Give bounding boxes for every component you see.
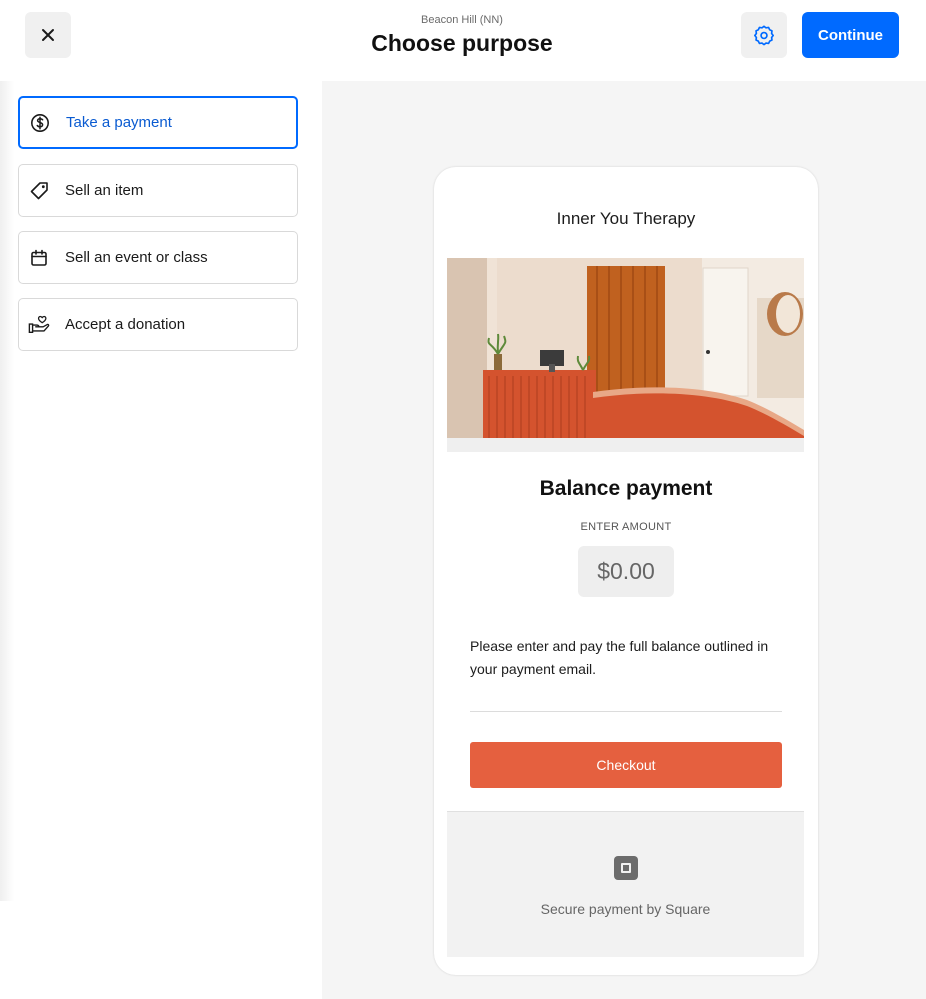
secure-footer: Secure payment by Square <box>447 811 804 957</box>
calendar-icon <box>28 247 50 269</box>
business-name: Inner You Therapy <box>556 209 696 228</box>
choose-purpose-page: Beacon Hill (NN) Choose purpose Continue… <box>0 0 926 999</box>
purpose-option-sell-item[interactable]: Sell an item <box>18 164 298 217</box>
amount-label: ENTER AMOUNT <box>580 521 672 533</box>
payment-description: Please enter and pay the full balance ou… <box>470 638 769 677</box>
purpose-option-sell-event[interactable]: Sell an event or class <box>18 231 298 284</box>
settings-button[interactable] <box>741 12 787 58</box>
continue-button[interactable]: Continue <box>802 12 899 58</box>
amount-input[interactable]: $0.00 <box>578 546 674 597</box>
dollar-circle-icon <box>29 112 51 134</box>
divider <box>470 711 782 712</box>
checkout-preview-card: Inner You Therapy Balance payment ENTER … <box>434 167 818 975</box>
purpose-label: Take a payment <box>66 114 172 131</box>
donation-hand-icon <box>28 314 50 336</box>
purpose-label: Sell an event or class <box>65 249 208 266</box>
checkout-preview-area: Inner You Therapy Balance payment ENTER … <box>322 81 926 999</box>
top-bar: Beacon Hill (NN) Choose purpose Continue <box>0 0 926 81</box>
hero-image <box>447 258 804 452</box>
checkout-button[interactable]: Checkout <box>470 742 782 788</box>
square-logo-icon <box>614 856 638 880</box>
payment-heading: Balance payment <box>539 477 713 500</box>
purpose-option-donation[interactable]: Accept a donation <box>18 298 298 351</box>
purpose-label: Sell an item <box>65 182 144 199</box>
tag-icon <box>28 180 50 202</box>
purpose-label: Accept a donation <box>65 316 186 333</box>
purpose-option-take-payment[interactable]: Take a payment <box>18 96 298 149</box>
panel-shadow <box>0 81 14 901</box>
gear-icon <box>754 25 774 46</box>
secure-payment-text: Secure payment by Square <box>540 901 711 917</box>
